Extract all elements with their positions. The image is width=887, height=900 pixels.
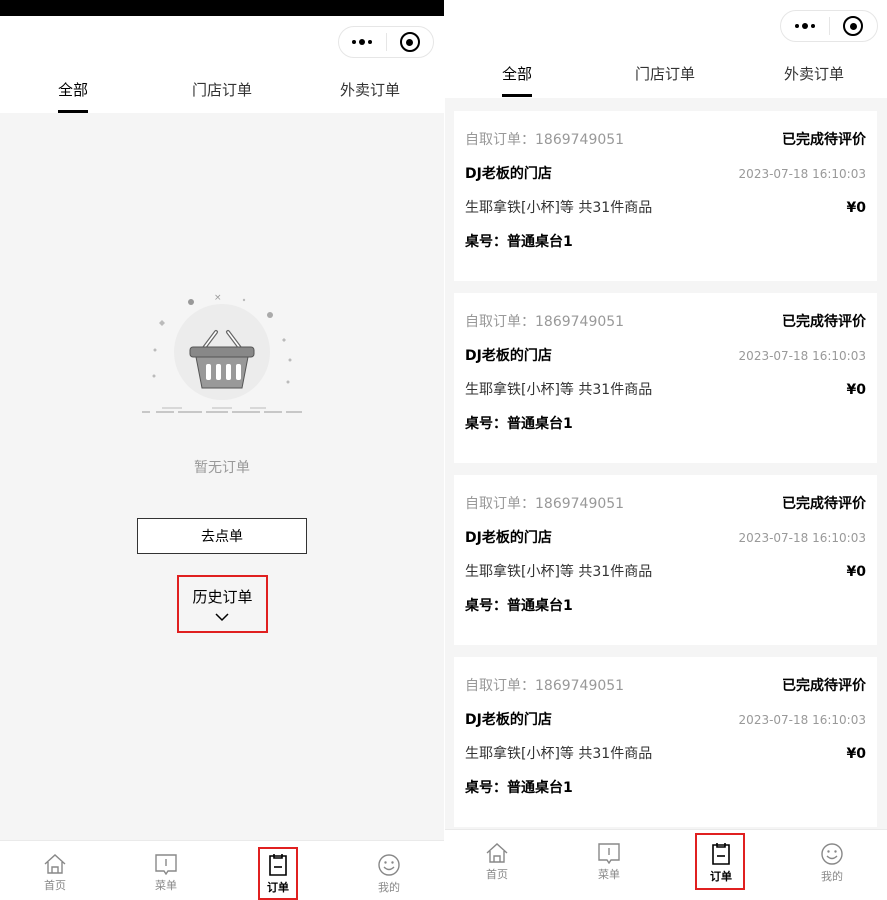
goods-summary: 生耶拿铁[小杯]等 共31件商品 — [465, 564, 653, 580]
smile-face-icon — [378, 854, 400, 876]
store-name: DJ老板的门店 — [465, 712, 552, 728]
more-button[interactable] — [781, 11, 829, 41]
order-card[interactable]: 自取订单：1869749051 已完成待评价 DJ老板的门店 2023-07-18 … — [454, 111, 877, 281]
goods-summary: 生耶拿铁[小杯]等 共31件商品 — [465, 382, 653, 398]
table-number: 桌号：普通桌台1 — [465, 598, 573, 614]
order-time: 2023-07-18 16:10:03 — [738, 713, 866, 727]
more-dots-icon — [794, 23, 815, 29]
store-name: DJ老板的门店 — [465, 530, 552, 546]
tab-delivery-orders[interactable]: 外卖订单 — [340, 79, 400, 100]
store-name: DJ老板的门店 — [465, 348, 552, 364]
order-price: ¥0 — [846, 564, 866, 580]
tabbar-menu[interactable]: 菜单 — [579, 842, 639, 882]
order-time: 2023-07-18 16:10:03 — [738, 167, 866, 181]
tabbar-mine-label: 我的 — [821, 870, 843, 883]
order-card[interactable]: 自取订单：1869749051 已完成待评价 DJ老板的门店 2023-07-18 … — [454, 475, 877, 645]
order-status: 已完成待评价 — [782, 678, 866, 694]
order-number: 自取订单：1869749051 — [465, 496, 625, 512]
go-order-button[interactable]: 去点单 — [137, 518, 307, 554]
order-status: 已完成待评价 — [782, 132, 866, 148]
tabbar-mine[interactable]: 我的 — [802, 842, 862, 884]
tabbar-menu[interactable]: 菜单 — [136, 853, 196, 893]
table-number: 桌号：普通桌台1 — [465, 780, 573, 796]
bottom-tab-bar: 首页 菜单 订单 我的 — [0, 840, 444, 900]
order-card[interactable]: 自取订单：1869749051 已完成待评价 DJ老板的门店 2023-07-18 … — [454, 657, 877, 827]
goods-summary: 生耶拿铁[小杯]等 共31件商品 — [465, 746, 653, 762]
table-number: 桌号：普通桌台1 — [465, 234, 573, 250]
more-dots-icon — [352, 39, 373, 45]
tab-active-indicator — [502, 94, 532, 97]
right-screen: 全部 门店订单 外卖订单 自取订单：1869749051 已完成待评价 DJ老板的… — [445, 0, 887, 900]
home-icon — [44, 854, 66, 874]
status-bar — [0, 0, 444, 16]
more-button[interactable] — [339, 27, 386, 57]
table-number: 桌号：普通桌台1 — [465, 416, 573, 432]
left-screen: 全部 门店订单 外卖订单 × 暂无订单 去点单 历史订单 首页 菜单 订单 我的 — [0, 0, 444, 900]
mini-program-capsule — [780, 10, 878, 42]
home-icon — [486, 843, 508, 863]
target-circle-icon — [399, 32, 420, 52]
history-orders-toggle[interactable]: 历史订单 — [177, 575, 268, 633]
order-price: ¥0 — [846, 746, 866, 762]
svg-text:×: × — [214, 293, 222, 303]
tabbar-menu-label: 菜单 — [598, 868, 620, 881]
close-program-button[interactable] — [830, 11, 878, 41]
menu-book-icon — [598, 843, 620, 864]
empty-basket-icon: × — [142, 293, 302, 413]
empty-order-message: 暂无订单 — [194, 460, 250, 476]
order-status: 已完成待评价 — [782, 496, 866, 512]
order-price: ¥0 — [846, 382, 866, 398]
tab-store-orders[interactable]: 门店订单 — [635, 63, 695, 84]
chevron-down-icon — [215, 613, 229, 622]
tabbar-home[interactable]: 首页 — [467, 842, 527, 882]
highlight-box — [695, 833, 745, 890]
tab-active-indicator — [58, 110, 88, 113]
tab-all[interactable]: 全部 — [58, 79, 88, 100]
highlight-box — [258, 847, 298, 900]
goods-summary: 生耶拿铁[小杯]等 共31件商品 — [465, 200, 653, 216]
tab-delivery-orders[interactable]: 外卖订单 — [784, 63, 844, 84]
tabbar-home-label: 首页 — [486, 868, 508, 881]
tabbar-menu-label: 菜单 — [155, 879, 177, 892]
order-number: 自取订单：1869749051 — [465, 132, 625, 148]
menu-book-icon — [155, 854, 177, 875]
smile-face-icon — [821, 843, 843, 865]
order-number: 自取订单：1869749051 — [465, 678, 625, 694]
tab-store-orders[interactable]: 门店订单 — [192, 79, 252, 100]
history-orders-label: 历史订单 — [192, 588, 253, 606]
order-time: 2023-07-18 16:10:03 — [738, 531, 866, 545]
order-number: 自取订单：1869749051 — [465, 314, 625, 330]
order-card[interactable]: 自取订单：1869749051 已完成待评价 DJ老板的门店 2023-07-18 … — [454, 293, 877, 463]
tabbar-home-label: 首页 — [44, 879, 66, 892]
target-circle-icon — [843, 16, 864, 36]
tabbar-home[interactable]: 首页 — [25, 853, 85, 893]
order-status: 已完成待评价 — [782, 314, 866, 330]
bottom-tab-bar: 首页 菜单 订单 我的 — [445, 829, 887, 900]
tab-all[interactable]: 全部 — [502, 63, 532, 84]
store-name: DJ老板的门店 — [465, 166, 552, 182]
tabbar-mine[interactable]: 我的 — [359, 853, 419, 895]
close-program-button[interactable] — [387, 27, 434, 57]
order-time: 2023-07-18 16:10:03 — [738, 349, 866, 363]
order-price: ¥0 — [846, 200, 866, 216]
tabbar-mine-label: 我的 — [378, 881, 400, 894]
mini-program-capsule — [338, 26, 434, 58]
